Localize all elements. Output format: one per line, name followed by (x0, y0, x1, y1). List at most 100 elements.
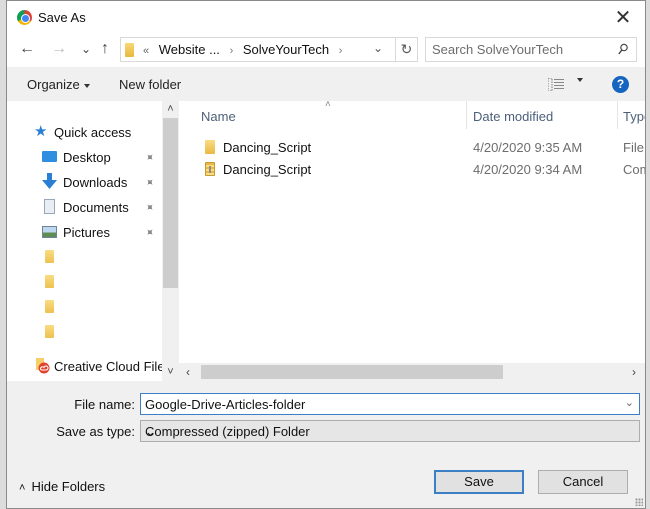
chevron-down-icon[interactable]: ⌄ (625, 396, 634, 409)
pin-icon[interactable]: ✦ (142, 150, 158, 165)
organize-label: Organize (27, 77, 80, 92)
search-box[interactable] (425, 37, 637, 62)
file-type: Com (623, 162, 645, 177)
nav-item-documents[interactable]: Documents ✦ (7, 196, 162, 218)
file-type: File (623, 140, 644, 155)
new-folder-button[interactable]: New folder (119, 77, 181, 92)
save-as-type-select[interactable]: Compressed (zipped) Folder ⌄ (140, 420, 640, 442)
column-header-label: Type (623, 109, 645, 124)
save-button[interactable]: Save (434, 470, 524, 494)
column-header-name[interactable]: Name (179, 101, 466, 131)
recent-locations-button[interactable]: ⌄ (81, 42, 91, 56)
scrollbar-thumb[interactable] (163, 118, 178, 288)
nav-item-pictures[interactable]: Pictures ✦ (7, 221, 162, 243)
resize-grip-icon[interactable] (635, 498, 643, 506)
scrollbar-thumb[interactable] (201, 365, 503, 379)
nav-item-downloads[interactable]: Downloads ✦ (7, 171, 162, 193)
nav-item-folder[interactable] (7, 321, 162, 343)
scroll-down-arrow-icon[interactable]: ˅ (162, 364, 179, 381)
close-button[interactable]: ✕ (601, 1, 645, 34)
file-name-row: File name: ⌄ (7, 393, 647, 415)
save-as-dialog: Save As ✕ ← → ⌄ ↑ « Website ... › SolveY… (6, 0, 646, 509)
toolbar: Organize New folder ? (7, 67, 645, 101)
column-header-type[interactable]: Type (618, 101, 645, 131)
title-bar: Save As ✕ (7, 1, 645, 34)
nav-item-label: Quick access (54, 124, 132, 140)
breadcrumb-item-solveyourtech[interactable]: SolveYourTech (243, 42, 329, 57)
desktop-icon (42, 151, 57, 162)
file-name: Dancing_Script (223, 140, 312, 155)
zip-folder-icon (205, 162, 215, 176)
chevron-up-icon: ˄ (19, 482, 26, 494)
file-name: Dancing_Script (223, 162, 312, 177)
dialog-title: Save As (38, 10, 86, 25)
folder-icon (45, 250, 54, 263)
save-as-type-row: Save as type: Compressed (zipped) Folder… (7, 420, 647, 442)
pin-icon[interactable]: ✦ (142, 175, 158, 190)
navigation-bar: ← → ⌄ ↑ « Website ... › SolveYourTech › … (7, 34, 645, 67)
nav-item-label: Downloads (63, 174, 128, 190)
address-dropdown-chevron-icon[interactable]: ⌄ (373, 41, 383, 55)
nav-item-label: Creative Cloud Files (54, 358, 162, 374)
breadcrumb-separator[interactable]: › (339, 45, 343, 57)
file-row[interactable]: Dancing_Script 4/20/2020 9:34 AM Com (179, 158, 645, 180)
folder-icon (45, 275, 54, 288)
file-row[interactable]: Dancing_Script 4/20/2020 9:35 AM File (179, 136, 645, 158)
column-header-date-modified[interactable]: Date modified (467, 101, 617, 131)
documents-icon (44, 199, 55, 214)
folder-icon (205, 140, 215, 154)
file-name-input[interactable] (145, 397, 615, 412)
pin-icon[interactable]: ✦ (142, 200, 158, 215)
column-header-label: Name (201, 109, 236, 124)
file-date: 4/20/2020 9:34 AM (473, 162, 583, 177)
hide-folders-label: Hide Folders (31, 479, 106, 494)
file-list-pane: ˄ Name Date modified Type Dancing_Script… (179, 101, 645, 363)
nav-item-quick-access[interactable]: ★ Quick access (7, 121, 162, 143)
star-icon: ★ (34, 123, 48, 140)
file-date: 4/20/2020 9:35 AM (473, 140, 583, 155)
folder-icon (125, 43, 134, 57)
column-header-label: Date modified (473, 109, 554, 124)
chrome-icon (17, 10, 32, 25)
caret-down-icon (83, 83, 90, 88)
breadcrumb: « Website ... › SolveYourTech › (143, 42, 348, 57)
nav-item-creative-cloud-files[interactable]: Creative Cloud Files (7, 355, 162, 377)
organize-button[interactable]: Organize (27, 77, 90, 92)
nav-item-label: Pictures (63, 224, 110, 240)
scroll-up-arrow-icon[interactable]: ˄ (162, 101, 179, 118)
nav-item-folder[interactable] (7, 246, 162, 268)
breadcrumb-item-website[interactable]: Website ... (159, 42, 220, 57)
download-icon (42, 173, 57, 189)
navigation-pane-scrollbar[interactable]: ˄ ˅ (162, 101, 179, 381)
folder-icon (45, 325, 54, 338)
refresh-button[interactable]: ↻ (395, 38, 417, 61)
address-bar[interactable]: « Website ... › SolveYourTech › ⌄ ↻ (120, 37, 418, 62)
pictures-icon (42, 226, 57, 238)
file-name-label: File name: (74, 397, 135, 412)
folder-icon (45, 300, 54, 313)
file-list-horizontal-scrollbar[interactable]: ‹ › (179, 363, 645, 381)
file-name-field[interactable]: ⌄ (140, 393, 640, 415)
up-button[interactable]: ↑ (101, 40, 109, 58)
cancel-button[interactable]: Cancel (538, 470, 628, 494)
breadcrumb-separator[interactable]: › (230, 45, 234, 57)
nav-item-folder[interactable] (7, 296, 162, 318)
search-icon[interactable] (618, 43, 628, 57)
back-button[interactable]: ← (19, 40, 35, 58)
navigation-pane: ★ Quick access Desktop ✦ Downloads ✦ Doc… (7, 101, 162, 381)
breadcrumb-overflow[interactable]: « (143, 45, 149, 57)
nav-item-folder[interactable] (7, 271, 162, 293)
search-input[interactable] (432, 42, 607, 57)
save-as-type-label: Save as type: (56, 424, 135, 439)
help-icon[interactable]: ? (612, 76, 629, 93)
nav-item-label: Documents (63, 199, 129, 215)
chevron-down-icon[interactable]: ⌄ (145, 424, 634, 440)
hide-folders-button[interactable]: ˄ Hide Folders (19, 479, 105, 494)
scroll-right-arrow-icon[interactable]: › (625, 363, 643, 381)
forward-button[interactable]: → (51, 40, 67, 58)
view-options-icon[interactable] (548, 78, 564, 91)
scroll-left-arrow-icon[interactable]: ‹ (179, 363, 197, 381)
view-dropdown-caret-icon[interactable] (577, 78, 583, 82)
pin-icon[interactable]: ✦ (142, 225, 158, 240)
nav-item-desktop[interactable]: Desktop ✦ (7, 146, 162, 168)
